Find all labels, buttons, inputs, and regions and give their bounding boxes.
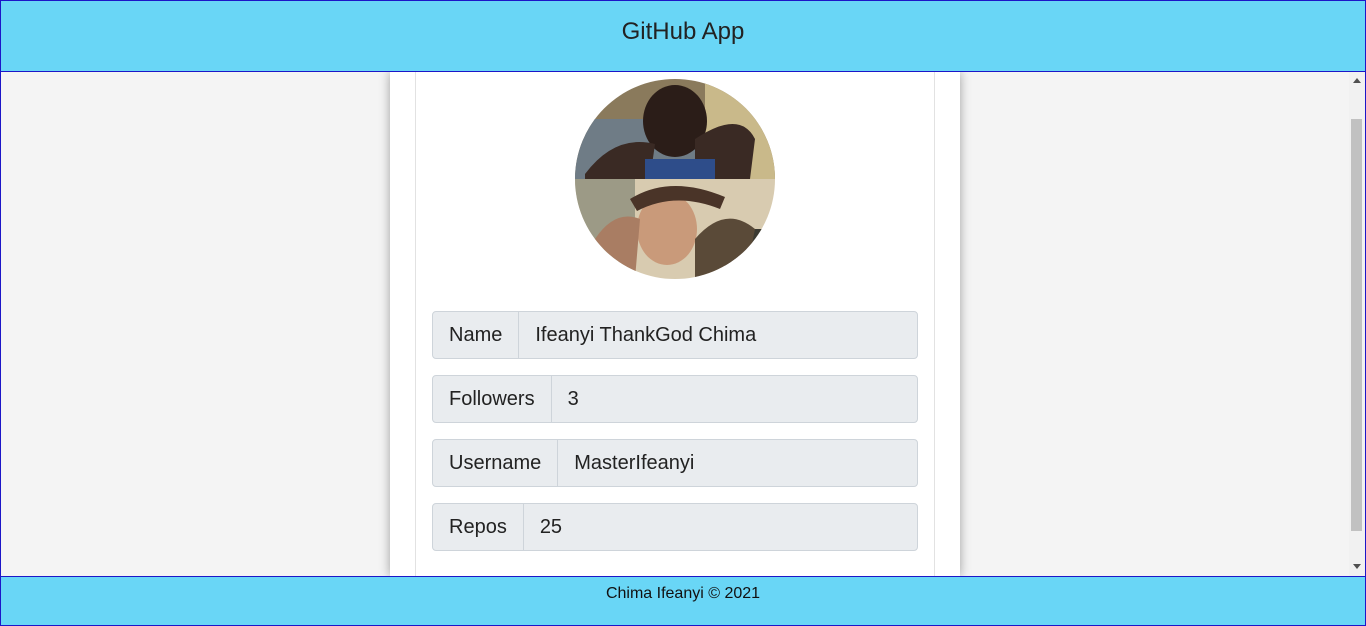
footer-copyright: Chima Ifeanyi © 2021 <box>605 585 761 602</box>
followers-field: Followers 3 <box>432 375 918 423</box>
name-label: Name <box>433 312 520 358</box>
username-value: MasterIfeanyi <box>574 451 695 474</box>
main-content: Name Ifeanyi ThankGod Chima Followers 3 … <box>1 72 1349 576</box>
scrollbar-thumb[interactable] <box>1351 119 1362 531</box>
profile-avatar <box>575 79 775 279</box>
app-title: GitHub App <box>621 18 745 45</box>
name-value: Ifeanyi ThankGod Chima <box>535 323 757 346</box>
scroll-down-arrow-icon[interactable] <box>1353 564 1361 569</box>
username-label: Username <box>433 440 559 486</box>
username-field: Username MasterIfeanyi <box>432 439 918 487</box>
profile-card: Name Ifeanyi ThankGod Chima Followers 3 … <box>390 72 960 576</box>
vertical-scrollbar[interactable] <box>1349 72 1365 576</box>
followers-value: 3 <box>567 387 579 410</box>
repos-field: Repos 25 <box>432 503 918 551</box>
name-field: Name Ifeanyi ThankGod Chima <box>432 311 918 359</box>
header-bar: GitHub App <box>1 1 1365 72</box>
profile-card-body: Name Ifeanyi ThankGod Chima Followers 3 … <box>415 72 935 576</box>
repos-label: Repos <box>433 504 524 550</box>
app-window: GitHub App Name Ifeanyi ThankGod Chima F… <box>0 0 1366 626</box>
footer-bar: Chima Ifeanyi © 2021 <box>1 576 1365 625</box>
followers-label: Followers <box>433 376 552 422</box>
scroll-up-arrow-icon[interactable] <box>1353 78 1361 83</box>
repos-value: 25 <box>539 515 563 538</box>
